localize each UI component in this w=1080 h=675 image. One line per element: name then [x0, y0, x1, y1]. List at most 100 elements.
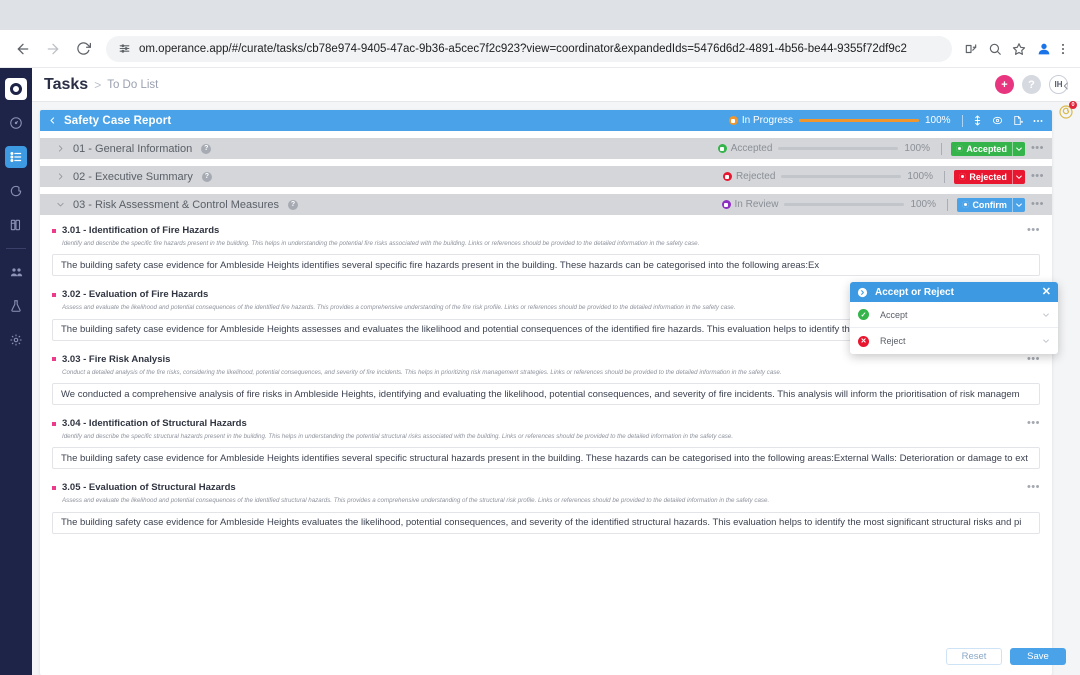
sidebar-item-messages[interactable] — [5, 180, 27, 202]
export-document-icon[interactable] — [1012, 115, 1023, 126]
chevron-down-icon[interactable] — [56, 200, 65, 209]
report-progress-bar — [799, 119, 919, 122]
sidebar-item-tasks[interactable] — [5, 146, 27, 168]
section-status-label: Accepted — [730, 143, 773, 154]
info-icon[interactable]: ? — [201, 143, 212, 154]
section-more-button[interactable]: ••• — [1031, 171, 1044, 182]
zoom-icon[interactable] — [988, 42, 1002, 56]
browser-toolbar: om.operance.app/#/curate/tasks/cb78e974-… — [0, 30, 1080, 68]
profile-icon[interactable] — [1036, 41, 1052, 57]
required-indicator — [52, 292, 56, 297]
page-header: Tasks > To Do List + ? IH — [32, 68, 1080, 102]
section-status-badge: In Review — [721, 199, 779, 210]
section-more-button[interactable]: ••• — [1031, 143, 1044, 154]
close-icon[interactable]: ✕ — [1042, 286, 1051, 298]
required-indicator — [52, 421, 56, 426]
section-action-button[interactable]: Rejected — [954, 169, 1025, 184]
section-status-badge: Accepted — [717, 143, 773, 154]
resize-icon[interactable] — [972, 115, 983, 126]
field-more-button[interactable]: ••• — [1027, 482, 1040, 493]
field-label: 3.04 - Identification of Structural Haza… — [62, 418, 247, 430]
field-more-button[interactable]: ••• — [1027, 225, 1040, 236]
forward-arrow-icon[interactable] — [40, 36, 66, 62]
section-progress-value: 100% — [910, 199, 937, 210]
collapse-panel-icon[interactable] — [1061, 80, 1071, 94]
field-description: Identify and describe the specific fire … — [62, 240, 700, 247]
section-action-button[interactable]: Confirm — [957, 197, 1025, 212]
status-glyph-icon — [956, 145, 964, 152]
back-arrow-icon[interactable] — [10, 36, 36, 62]
add-button[interactable]: + — [995, 75, 1014, 94]
popover-header: Accept or Reject ✕ — [850, 282, 1058, 302]
section-row[interactable]: 03 - Risk Assessment & Control Measures?… — [40, 194, 1052, 215]
popover-option-label: Reject — [880, 336, 906, 346]
report-card: Safety Case Report In Progress 100% 01 -… — [40, 110, 1066, 675]
more-options-icon[interactable] — [1032, 115, 1044, 127]
popover-option[interactable]: ✓ Accept — [850, 302, 1058, 328]
chevron-down-icon[interactable] — [1011, 141, 1025, 156]
reload-icon[interactable] — [70, 36, 96, 62]
form-field: 3.05 - Evaluation of Structural Hazards •… — [52, 482, 1040, 534]
status-glyph-icon — [959, 173, 967, 180]
install-app-icon[interactable] — [964, 42, 978, 56]
chevron-down-icon[interactable] — [1011, 169, 1025, 184]
operance-logo[interactable] — [5, 78, 27, 100]
sidebar-item-settings[interactable] — [5, 329, 27, 351]
sidebar-item-library[interactable] — [5, 214, 27, 236]
status-glyph-icon — [962, 201, 970, 208]
field-more-button[interactable]: ••• — [1027, 418, 1040, 429]
sidebar-item-team[interactable] — [5, 261, 27, 283]
popover-option[interactable]: ✕ Reject — [850, 328, 1058, 354]
field-description: Identify and describe the specific struc… — [62, 433, 734, 441]
section-row[interactable]: 02 - Executive Summary? Rejected 100% Rejec… — [40, 166, 1052, 187]
chevron-down-icon[interactable] — [1042, 308, 1050, 322]
accept-or-reject-popover: Accept or Reject ✕ ✓ Accept ✕ Reject — [850, 282, 1058, 354]
comments-button[interactable]: 0 — [1058, 101, 1077, 120]
sidebar-item-lab[interactable] — [5, 295, 27, 317]
popover-option-label: Accept — [880, 309, 908, 320]
watch-eye-icon[interactable] — [992, 115, 1003, 126]
save-button[interactable]: Save — [1010, 648, 1066, 665]
breadcrumb[interactable]: To Do List — [107, 79, 158, 91]
form-field: 3.04 - Identification of Structural Haza… — [52, 418, 1040, 470]
kebab-menu-icon[interactable] — [1056, 42, 1070, 56]
check-circle-icon: ✓ — [858, 309, 869, 320]
chevron-down-icon[interactable] — [1042, 334, 1050, 348]
info-icon[interactable]: ? — [201, 171, 212, 182]
divider — [944, 170, 946, 183]
left-nav-rail — [0, 68, 32, 675]
report-title: Safety Case Report — [64, 114, 172, 127]
chevron-right-icon[interactable] — [56, 144, 65, 153]
status-dot-icon — [721, 200, 731, 209]
field-input[interactable]: The building safety case evidence for Am… — [52, 254, 1040, 277]
reset-button[interactable]: Reset — [946, 648, 1002, 665]
star-icon[interactable] — [1012, 42, 1026, 56]
site-settings-icon[interactable] — [118, 42, 131, 55]
report-progress-value: 100% — [925, 115, 951, 126]
browser-tab-strip — [0, 0, 1080, 30]
address-bar[interactable]: om.operance.app/#/curate/tasks/cb78e974-… — [106, 35, 952, 62]
chevron-right-icon[interactable] — [56, 172, 65, 181]
section-progress-value: 100% — [907, 171, 933, 182]
field-input[interactable]: The building safety case evidence for Am… — [52, 447, 1040, 470]
field-description: Conduct a detailed analysis of the fire … — [62, 368, 782, 376]
chevron-left-icon[interactable] — [48, 116, 57, 125]
popover-options: ✓ Accept ✕ Reject — [850, 302, 1058, 354]
address-bar-url: om.operance.app/#/curate/tasks/cb78e974-… — [139, 42, 907, 55]
section-action-button[interactable]: Accepted — [951, 141, 1025, 156]
chevron-down-icon[interactable] — [1011, 197, 1025, 212]
section-progress-bar — [784, 203, 905, 206]
field-description: Assess and evaluate the likelihood and p… — [62, 497, 770, 505]
comments-count-badge: 0 — [1069, 101, 1077, 109]
section-status-label: Rejected — [735, 171, 776, 182]
section-row[interactable]: 01 - General Information? Accepted 100% Acc… — [40, 138, 1052, 159]
help-button[interactable]: ? — [1022, 75, 1041, 94]
field-input[interactable]: The building safety case evidence for Am… — [52, 511, 1040, 534]
section-status-label: In Review — [734, 199, 779, 210]
sidebar-item-dashboard[interactable] — [5, 112, 27, 134]
info-icon[interactable]: ? — [288, 199, 299, 210]
field-more-button[interactable]: ••• — [1027, 353, 1040, 365]
field-input[interactable]: We conducted a comprehensive analysis of… — [52, 383, 1040, 406]
section-more-button[interactable]: ••• — [1031, 199, 1044, 210]
divider — [941, 142, 943, 155]
